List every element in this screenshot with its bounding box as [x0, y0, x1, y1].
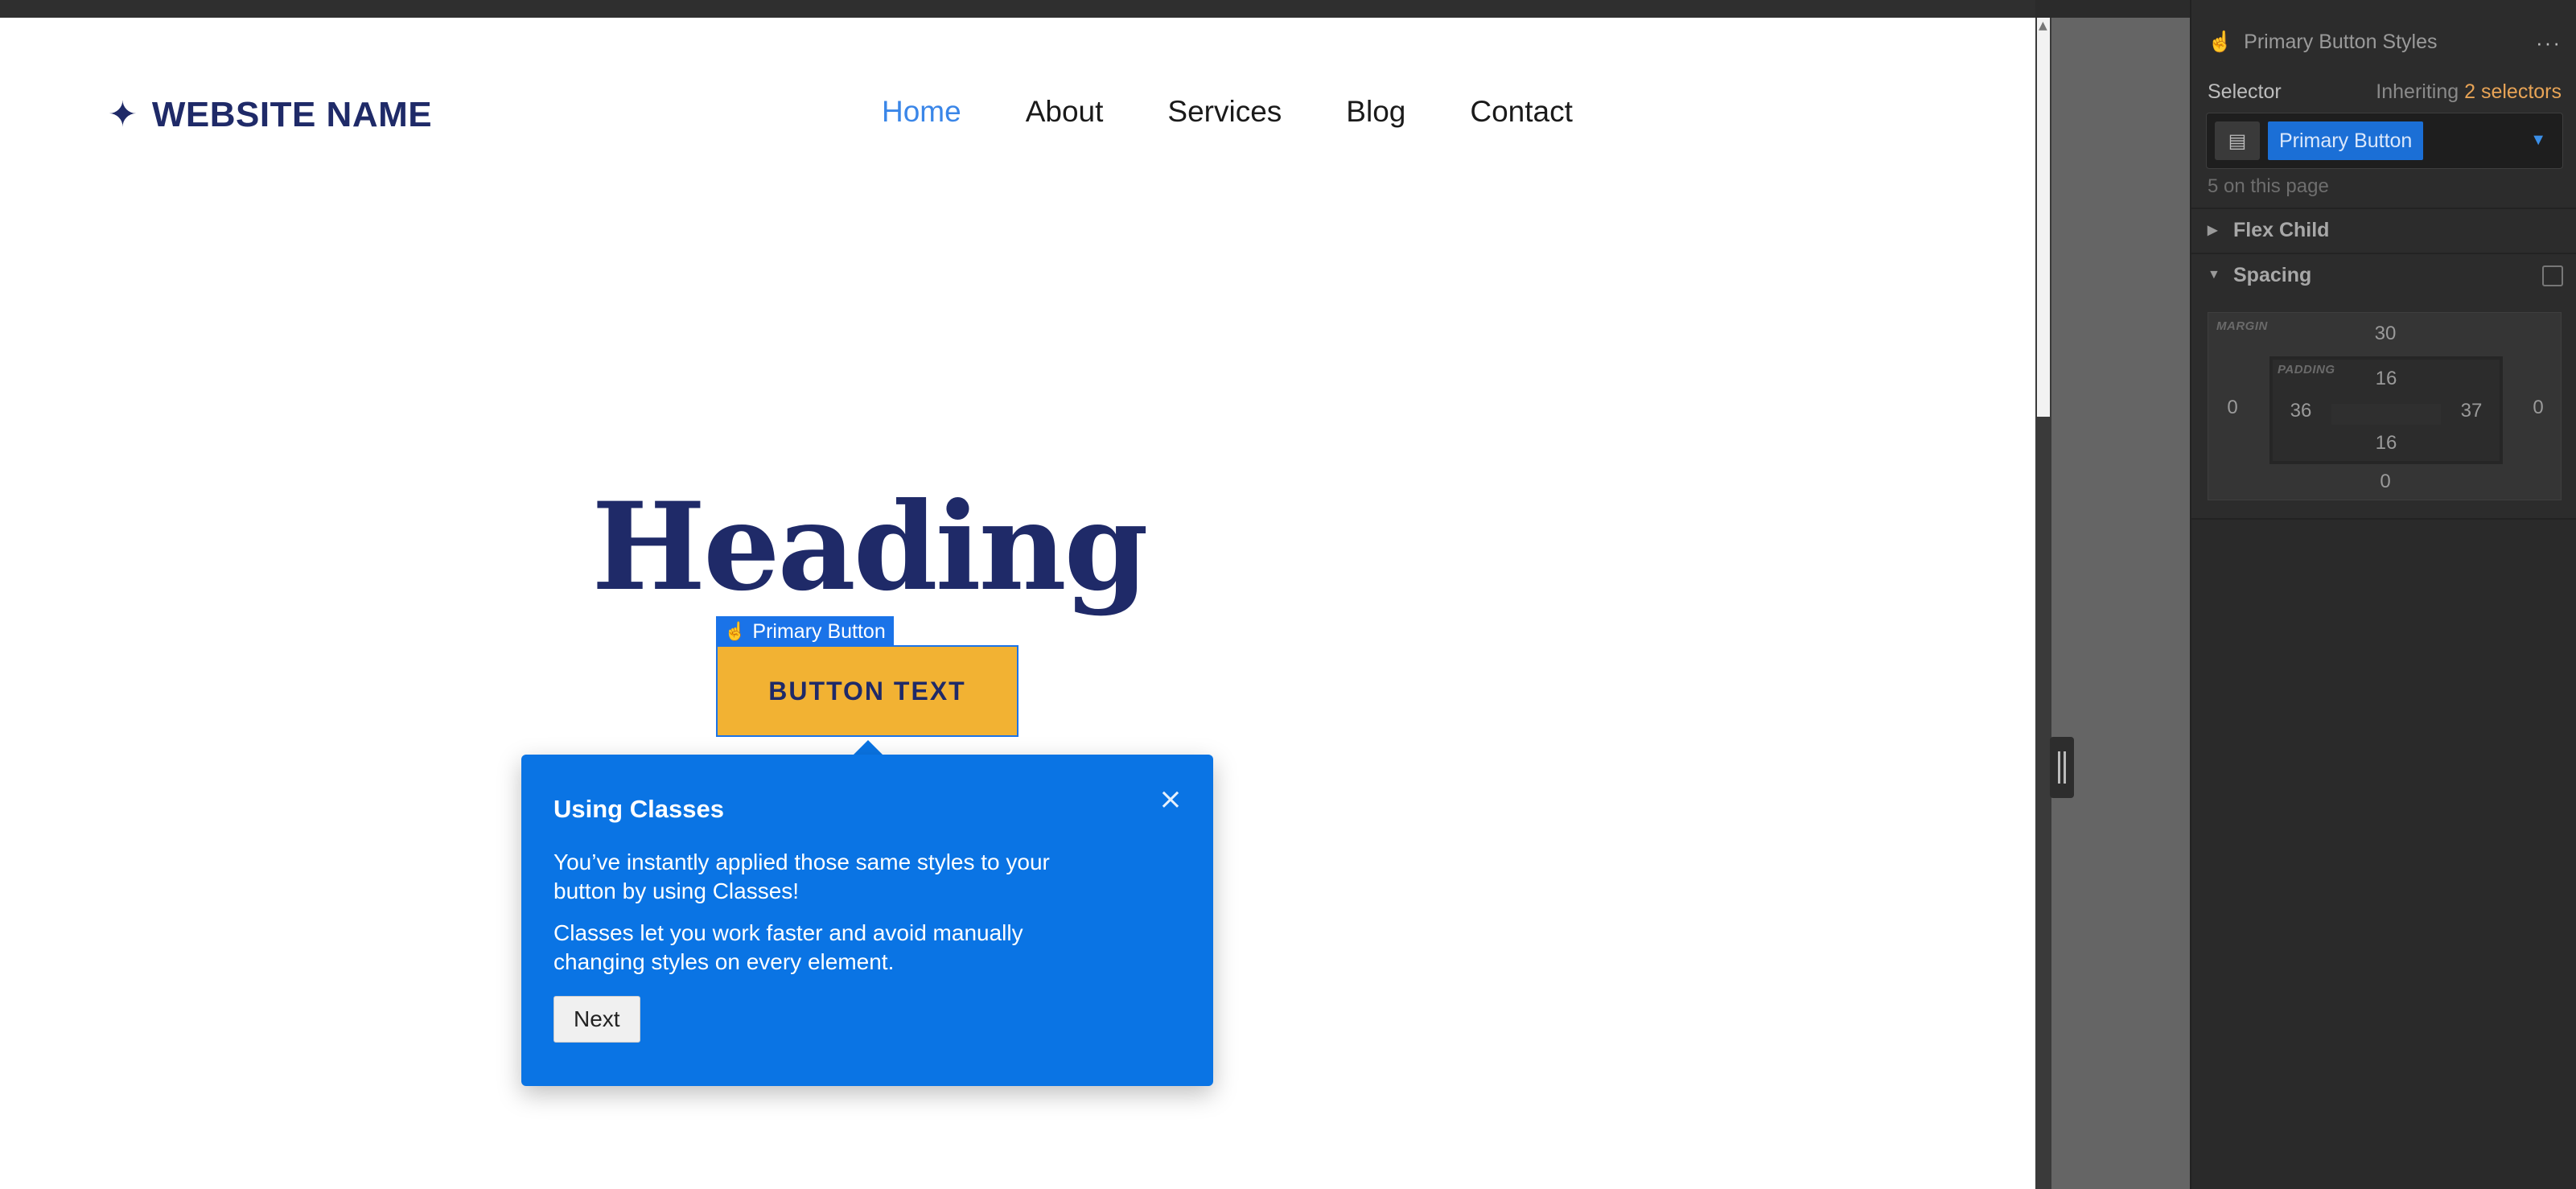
selector-field[interactable]: ▤ Primary Button ▼: [2206, 113, 2563, 169]
spacing-settings-icon[interactable]: [2542, 265, 2563, 286]
hand-pointer-icon: ☝: [724, 621, 747, 641]
style-panel: ☝ Primary Button Styles ··· Selector Inh…: [2190, 0, 2576, 1189]
popover-paragraph-1: You’ve instantly applied those same styl…: [553, 850, 1050, 903]
panel-empty-area: [2191, 518, 2576, 1189]
designer-window: ✦ WEBSITE NAME Home About Services Blog …: [0, 0, 2576, 1189]
site-brand[interactable]: ✦ WEBSITE NAME: [108, 95, 432, 135]
element-type-icon[interactable]: ▤: [2215, 121, 2260, 160]
popover-paragraph-2: Classes let you work faster and avoid ma…: [553, 920, 1023, 974]
content-box: [2331, 404, 2441, 425]
margin-bottom-value[interactable]: 0: [2361, 471, 2409, 493]
close-icon[interactable]: ×: [1158, 785, 1183, 814]
margin-label: MARGIN: [2216, 319, 2268, 333]
nav-link-about[interactable]: About: [1026, 95, 1104, 129]
padding-left-value[interactable]: 36: [2277, 400, 2325, 422]
panel-header: ☝ Primary Button Styles: [2191, 16, 2576, 68]
site-nav: Home About Services Blog Contact: [882, 95, 1573, 129]
spacing-editor: MARGIN 30 0 0 0 PADDING 16 36 37 16: [2208, 312, 2562, 500]
padding-right-value[interactable]: 37: [2447, 400, 2496, 422]
tour-popover: × Using Classes You’ve instantly applied…: [521, 755, 1213, 1086]
usage-count: 5 on this page: [2208, 175, 2329, 197]
popover-title: Using Classes: [553, 795, 724, 823]
nav-link-blog[interactable]: Blog: [1346, 95, 1405, 129]
selection-label[interactable]: ☝ Primary Button: [716, 616, 894, 647]
caret-down-icon: ▼: [2208, 268, 2220, 282]
next-button[interactable]: Next: [553, 996, 640, 1043]
nav-link-home[interactable]: Home: [882, 95, 961, 129]
caret-right-icon: ▶: [2208, 224, 2218, 237]
padding-bottom-value[interactable]: 16: [2362, 432, 2410, 455]
scrollbar-thumb[interactable]: [2037, 18, 2050, 417]
section-spacing[interactable]: ▼ Spacing: [2191, 253, 2576, 296]
inheriting-selectors-link[interactable]: 2 selectors: [2464, 80, 2562, 103]
class-chip[interactable]: Primary Button: [2268, 121, 2424, 160]
brand-name: WEBSITE NAME: [151, 95, 433, 134]
inheriting-info: Inheriting 2 selectors: [2376, 80, 2562, 104]
selector-label: Selector: [2208, 80, 2282, 103]
padding-label: PADDING: [2278, 363, 2335, 376]
hand-pointer-icon: ☝: [2208, 30, 2233, 53]
nav-link-contact[interactable]: Contact: [1470, 95, 1573, 129]
hero-heading[interactable]: Heading: [0, 476, 1738, 618]
primary-button[interactable]: BUTTON TEXT: [716, 645, 1018, 737]
margin-right-value[interactable]: 0: [2514, 397, 2562, 419]
section-label: Spacing: [2233, 263, 2312, 286]
padding-top-value[interactable]: 16: [2362, 368, 2410, 390]
padding-box: PADDING 16 36 37 16: [2269, 356, 2503, 464]
selection-label-text: Primary Button: [752, 619, 886, 643]
chevron-down-icon[interactable]: ▼: [2530, 131, 2546, 150]
margin-left-value[interactable]: 0: [2208, 397, 2257, 419]
section-flex-child[interactable]: ▶ Flex Child: [2191, 208, 2576, 251]
margin-top-value[interactable]: 30: [2361, 323, 2409, 345]
scroll-up-icon[interactable]: ▲: [2039, 19, 2047, 32]
popover-arrow: [854, 740, 883, 755]
selector-row: Selector Inheriting 2 selectors: [2208, 80, 2562, 104]
inheriting-prefix: Inheriting: [2376, 80, 2459, 103]
top-toolbar-strip: [0, 0, 2035, 18]
nav-link-services[interactable]: Services: [1167, 95, 1282, 129]
canvas-gutter: [2051, 18, 2190, 1189]
panel-title: Primary Button Styles: [2244, 30, 2438, 53]
more-options-icon[interactable]: ···: [2536, 31, 2562, 56]
resize-handle[interactable]: [2050, 737, 2074, 798]
sparkle-icon: ✦: [108, 94, 138, 135]
section-label: Flex Child: [2233, 218, 2330, 241]
